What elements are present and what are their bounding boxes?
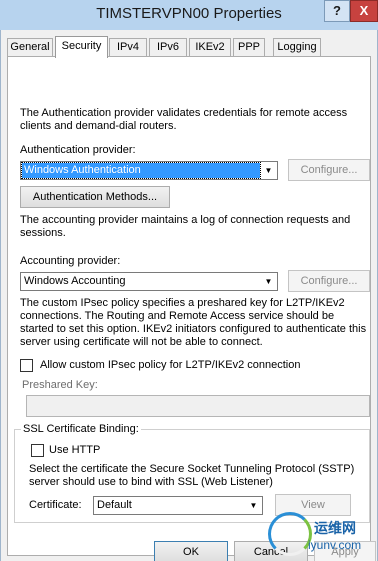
ssl-description: Select the certificate the Secure Socket… xyxy=(29,463,355,488)
tab-ikev2[interactable]: IKEv2 xyxy=(189,38,231,56)
chevron-down-icon: ▼ xyxy=(264,277,273,286)
ipsec-checkbox[interactable] xyxy=(20,359,33,372)
ipsec-checkbox-label[interactable]: Allow custom IPsec policy for L2TP/IKEv2… xyxy=(40,359,300,372)
certificate-label: Certificate: xyxy=(29,499,82,511)
preshared-key-label: Preshared Key: xyxy=(22,379,98,391)
preshared-key-input[interactable] xyxy=(26,395,370,417)
chevron-down-icon: ▼ xyxy=(264,166,273,175)
watermark-cn-text: 运维网 xyxy=(314,520,356,536)
auth-description: The Authentication provider validates cr… xyxy=(20,107,348,132)
use-http-checkbox[interactable] xyxy=(31,444,44,457)
ok-button[interactable]: OK xyxy=(154,541,228,561)
tab-ppp[interactable]: PPP xyxy=(233,38,265,56)
watermark-url-text: iyunv.com xyxy=(308,538,362,552)
ssl-group-label: SSL Certificate Binding: xyxy=(21,423,141,436)
tab-ipv6[interactable]: IPv6 xyxy=(149,38,187,56)
close-button[interactable]: X xyxy=(350,0,378,22)
certificate-dropdown[interactable]: Default ▼ xyxy=(93,496,263,515)
window-title: TIMSTERVPN00 Properties xyxy=(96,5,282,22)
site-watermark: 运维网 iyunv.com xyxy=(268,512,378,558)
title-bar: TIMSTERVPN00 Properties ? X xyxy=(0,0,378,30)
auth-configure-button[interactable]: Configure... xyxy=(288,159,370,181)
ssl-binding-group: SSL Certificate Binding: Use HTTP Select… xyxy=(14,423,370,523)
chevron-down-icon: ▼ xyxy=(249,501,258,510)
ipsec-description: The custom IPsec policy specifies a pres… xyxy=(20,297,367,348)
accounting-provider-dropdown[interactable]: Windows Accounting ▼ xyxy=(20,272,278,291)
security-tab-panel: The Authentication provider validates cr… xyxy=(7,56,371,556)
auth-methods-button[interactable]: Authentication Methods... xyxy=(20,186,170,208)
auth-provider-dropdown[interactable]: Windows Authentication ▼ xyxy=(20,161,278,180)
accounting-provider-value: Windows Accounting xyxy=(24,275,126,287)
accounting-configure-button[interactable]: Configure... xyxy=(288,270,370,292)
tab-ipv4[interactable]: IPv4 xyxy=(109,38,147,56)
accounting-description: The accounting provider maintains a log … xyxy=(20,214,351,239)
auth-provider-label: Authentication provider: xyxy=(20,144,136,156)
auth-provider-value: Windows Authentication xyxy=(21,162,261,179)
tab-general[interactable]: General xyxy=(7,38,53,56)
properties-dialog: General Security IPv4 IPv6 IKEv2 PPP Log… xyxy=(0,30,378,561)
help-button[interactable]: ? xyxy=(324,0,350,22)
use-http-label[interactable]: Use HTTP xyxy=(49,444,100,457)
tab-security[interactable]: Security xyxy=(55,36,108,58)
certificate-value: Default xyxy=(97,499,132,511)
watermark-logo-icon xyxy=(268,512,312,556)
tab-logging[interactable]: Logging xyxy=(273,38,321,56)
accounting-provider-label: Accounting provider: xyxy=(20,255,121,267)
